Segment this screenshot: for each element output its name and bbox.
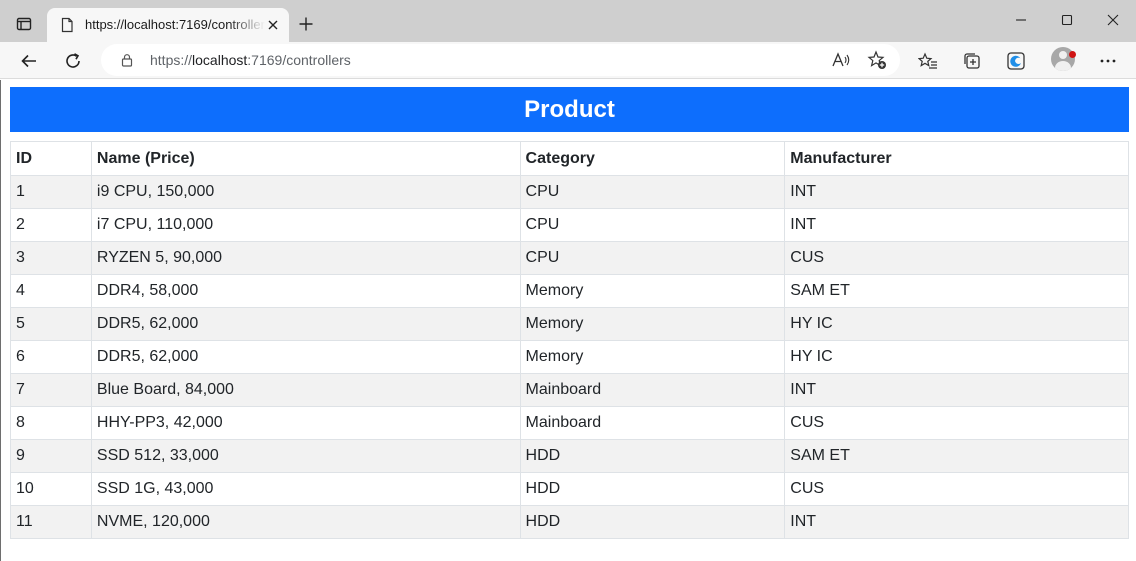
- tab-title: https://localhost:7169/controllers: [85, 17, 265, 32]
- minimize-icon[interactable]: [1009, 8, 1033, 32]
- more-icon[interactable]: [1095, 48, 1121, 74]
- refresh-icon[interactable]: [60, 48, 86, 74]
- read-aloud-icon[interactable]: [830, 49, 852, 71]
- add-favorite-icon[interactable]: [866, 49, 888, 71]
- table-header-row: ID Name (Price) Category Manufacturer: [10, 141, 1129, 176]
- url-scheme: https://: [150, 52, 193, 68]
- table-row: 2 i7 CPU, 110,000 CPU INT: [10, 208, 1129, 242]
- cell-category: Mainboard: [519, 406, 786, 440]
- cell-category: CPU: [519, 208, 786, 242]
- profile-status-dot: [1069, 51, 1076, 58]
- table-row: 8 HHY-PP3, 42,000 Mainboard CUS: [10, 406, 1129, 440]
- lock-icon[interactable]: [120, 53, 134, 67]
- cell-manufacturer: SAM ET: [784, 274, 1129, 308]
- plus-icon[interactable]: [295, 13, 317, 35]
- cell-id: 11: [10, 505, 92, 539]
- window-close-icon[interactable]: [1101, 8, 1125, 32]
- close-icon[interactable]: [264, 16, 282, 34]
- cell-name-price: HHY-PP3, 42,000: [90, 406, 521, 440]
- cell-name-price: Blue Board, 84,000: [90, 373, 521, 407]
- browser-toolbar: https://localhost:7169/controllers: [0, 42, 1136, 79]
- cell-id: 4: [10, 274, 92, 308]
- favorites-icon[interactable]: [915, 48, 941, 74]
- cell-id: 1: [10, 175, 92, 209]
- cell-id: 2: [10, 208, 92, 242]
- cell-manufacturer: INT: [784, 505, 1129, 539]
- cell-category: Mainboard: [519, 373, 786, 407]
- table-row: 6 DDR5, 62,000 Memory HY IC: [10, 340, 1129, 374]
- column-header-category: Category: [519, 141, 786, 176]
- column-header-name-price: Name (Price): [90, 141, 521, 176]
- table-row: 7 Blue Board, 84,000 Mainboard INT: [10, 373, 1129, 407]
- column-header-id: ID: [10, 141, 92, 176]
- cell-category: Memory: [519, 307, 786, 341]
- cell-name-price: DDR4, 58,000: [90, 274, 521, 308]
- page-favicon-icon: [59, 17, 75, 33]
- table-body: 1 i9 CPU, 150,000 CPU INT 2 i7 CPU, 110,000 CP…: [10, 175, 1129, 539]
- page-viewport: Product ID Name (Price) Category Manufac…: [0, 80, 1136, 561]
- products-table: ID Name (Price) Category Manufacturer 1i…: [10, 141, 1129, 539]
- cell-manufacturer: CUS: [784, 406, 1129, 440]
- table-row: 1 i9 CPU, 150,000 CPU INT: [10, 175, 1129, 209]
- cell-category: HDD: [519, 439, 786, 473]
- column-header-manufacturer: Manufacturer: [784, 141, 1129, 176]
- cell-name-price: i9 CPU, 150,000: [90, 175, 521, 209]
- address-bar[interactable]: https://localhost:7169/controllers: [101, 44, 900, 76]
- tab-actions-icon[interactable]: [9, 11, 39, 37]
- cell-id: 10: [10, 472, 92, 506]
- cell-category: HDD: [519, 472, 786, 506]
- cell-name-price: DDR5, 62,000: [90, 340, 521, 374]
- cell-manufacturer: HY IC: [784, 340, 1129, 374]
- cell-manufacturer: CUS: [784, 241, 1129, 275]
- back-arrow-icon[interactable]: [16, 48, 42, 74]
- cell-manufacturer: INT: [784, 175, 1129, 209]
- cell-manufacturer: SAM ET: [784, 439, 1129, 473]
- url-host: localhost: [192, 52, 248, 68]
- cell-category: CPU: [519, 175, 786, 209]
- table-row: 11 NVME, 120,000 HDD INT: [10, 505, 1129, 539]
- page-title: Product: [10, 87, 1129, 132]
- cell-name-price: NVME, 120,000: [90, 505, 521, 539]
- cell-category: CPU: [519, 241, 786, 275]
- url-text[interactable]: https://localhost:7169/controllers: [150, 52, 351, 68]
- cell-manufacturer: INT: [784, 373, 1129, 407]
- maximize-icon[interactable]: [1055, 8, 1079, 32]
- collections-icon[interactable]: [959, 48, 985, 74]
- cell-manufacturer: INT: [784, 208, 1129, 242]
- cell-name-price: RYZEN 5, 90,000: [90, 241, 521, 275]
- cell-id: 8: [10, 406, 92, 440]
- cell-name-price: i7 CPU, 110,000: [90, 208, 521, 242]
- cell-name-price: SSD 1G, 43,000: [90, 472, 521, 506]
- cell-id: 6: [10, 340, 92, 374]
- cell-name-price: DDR5, 62,000: [90, 307, 521, 341]
- table-row: 4 DDR4, 58,000 Memory SAM ET: [10, 274, 1129, 308]
- table-row: 3 RYZEN 5, 90,000 CPU CUS: [10, 241, 1129, 275]
- table-row: 5 DDR5, 62,000 Memory HY IC: [10, 307, 1129, 341]
- cell-id: 5: [10, 307, 92, 341]
- table-row: 10 SSD 1G, 43,000 HDD CUS: [10, 472, 1129, 506]
- url-path: :7169/controllers: [247, 52, 351, 68]
- cell-manufacturer: CUS: [784, 472, 1129, 506]
- cell-id: 9: [10, 439, 92, 473]
- cell-category: Memory: [519, 340, 786, 374]
- cell-id: 7: [10, 373, 92, 407]
- cell-name-price: SSD 512, 33,000: [90, 439, 521, 473]
- cell-id: 3: [10, 241, 92, 275]
- browser-tab[interactable]: https://localhost:7169/controllers: [47, 8, 289, 42]
- edge-icon[interactable]: [1003, 48, 1029, 74]
- table-row: 9 SSD 512, 33,000 HDD SAM ET: [10, 439, 1129, 473]
- cell-manufacturer: HY IC: [784, 307, 1129, 341]
- cell-category: Memory: [519, 274, 786, 308]
- cell-category: HDD: [519, 505, 786, 539]
- tab-strip: https://localhost:7169/controllers: [0, 0, 1136, 42]
